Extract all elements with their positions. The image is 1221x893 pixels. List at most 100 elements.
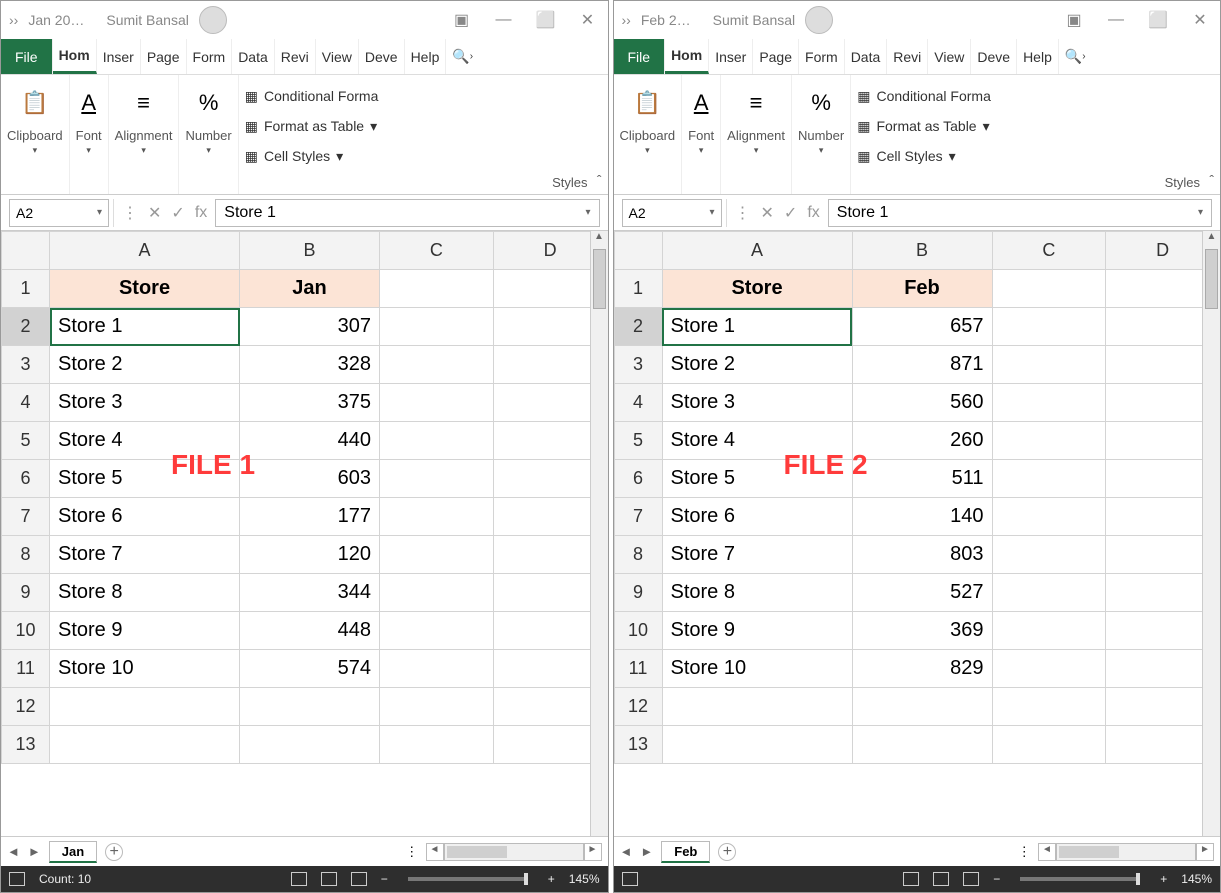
cell[interactable] xyxy=(992,688,1106,726)
cell[interactable] xyxy=(380,308,494,346)
scrollbar-thumb[interactable] xyxy=(447,846,507,858)
ribbon-group-clipboard[interactable]: 📋Clipboard▾ xyxy=(1,75,70,194)
scroll-right-button[interactable]: ► xyxy=(584,843,602,861)
status-icon[interactable] xyxy=(9,872,25,886)
vertical-scrollbar[interactable]: ▲▼ xyxy=(1202,231,1220,836)
cell[interactable] xyxy=(852,726,992,764)
tab-hom[interactable]: Hom xyxy=(665,39,709,74)
close-button[interactable]: ✕ xyxy=(1188,8,1212,32)
col-header-B[interactable]: B xyxy=(240,232,380,270)
cell[interactable] xyxy=(852,688,992,726)
cell[interactable] xyxy=(380,574,494,612)
prev-sheet-button[interactable]: ◄ xyxy=(620,844,633,859)
view-normal-button[interactable] xyxy=(903,872,919,886)
cell[interactable]: 574 xyxy=(240,650,380,688)
cell[interactable] xyxy=(992,536,1106,574)
spreadsheet-grid[interactable]: ABCD1StoreFeb2Store 16573Store 28714Stor… xyxy=(614,231,1221,836)
scroll-left-button[interactable]: ◄ xyxy=(426,843,444,861)
cell[interactable] xyxy=(992,612,1106,650)
cell[interactable]: 603 xyxy=(240,460,380,498)
col-header-C[interactable]: C xyxy=(992,232,1106,270)
cell[interactable]: 657 xyxy=(852,308,992,346)
cell[interactable]: Store 8 xyxy=(662,574,852,612)
scroll-left-button[interactable]: ◄ xyxy=(1038,843,1056,861)
cell[interactable]: Store 5 xyxy=(662,460,852,498)
row-header[interactable]: 12 xyxy=(614,688,662,726)
row-header[interactable]: 1 xyxy=(614,270,662,308)
name-box[interactable]: A2▾ xyxy=(9,199,109,227)
row-header[interactable]: 4 xyxy=(614,384,662,422)
row-header[interactable]: 5 xyxy=(614,422,662,460)
table-button[interactable]: ▦Format as Table ▾ xyxy=(857,113,1214,139)
ribbon-mode-icon[interactable]: ▣ xyxy=(1062,8,1086,32)
ribbon-group-alignment[interactable]: ≡Alignment▾ xyxy=(109,75,180,194)
ribbon-group-font[interactable]: AFont▾ xyxy=(70,75,109,194)
col-header-A[interactable]: A xyxy=(50,232,240,270)
cell[interactable] xyxy=(992,308,1106,346)
cell[interactable]: 344 xyxy=(240,574,380,612)
cell[interactable] xyxy=(380,650,494,688)
next-sheet-button[interactable]: ► xyxy=(28,844,41,859)
vertical-scrollbar[interactable]: ▲▼ xyxy=(590,231,608,836)
cell[interactable]: Store 2 xyxy=(662,346,852,384)
cell[interactable]: Store 7 xyxy=(662,536,852,574)
tab-data[interactable]: Data xyxy=(232,39,275,74)
cond-button[interactable]: ▦Conditional Forma xyxy=(857,83,1214,109)
cell[interactable]: Store 4 xyxy=(662,422,852,460)
more-icon[interactable]: ⋮ xyxy=(735,203,751,223)
cell[interactable]: 375 xyxy=(240,384,380,422)
row-header[interactable]: 3 xyxy=(614,346,662,384)
cell[interactable]: 140 xyxy=(852,498,992,536)
cell[interactable] xyxy=(992,574,1106,612)
cell[interactable] xyxy=(992,498,1106,536)
cell[interactable]: Store 5 xyxy=(50,460,240,498)
cell[interactable] xyxy=(992,726,1106,764)
tab-hom[interactable]: Hom xyxy=(53,39,97,74)
view-normal-button[interactable] xyxy=(291,872,307,886)
cell[interactable]: 307 xyxy=(240,308,380,346)
prev-sheet-button[interactable]: ◄ xyxy=(7,844,20,859)
cell[interactable]: Store 9 xyxy=(662,612,852,650)
tab-deve[interactable]: Deve xyxy=(359,39,405,74)
row-header[interactable]: 11 xyxy=(614,650,662,688)
sheet-tab[interactable]: Jan xyxy=(49,841,97,863)
col-header-A[interactable]: A xyxy=(662,232,852,270)
scroll-up-button[interactable]: ▲ xyxy=(1203,231,1220,249)
more-icon[interactable]: ⋮ xyxy=(1018,844,1038,860)
cell[interactable] xyxy=(240,688,380,726)
cell[interactable]: Store 3 xyxy=(50,384,240,422)
cell[interactable]: Store 3 xyxy=(662,384,852,422)
cell[interactable]: 328 xyxy=(240,346,380,384)
chevron-down-icon[interactable]: ▾ xyxy=(1198,207,1203,218)
tell-me-search[interactable]: 🔍› xyxy=(1059,39,1092,74)
zoom-out-button[interactable]: − xyxy=(993,872,1000,886)
cell[interactable] xyxy=(992,346,1106,384)
row-header[interactable]: 12 xyxy=(2,688,50,726)
more-icon[interactable]: ⋮ xyxy=(405,844,425,860)
cell[interactable] xyxy=(380,270,494,308)
tab-file[interactable]: File xyxy=(1,39,53,74)
more-icon[interactable]: ⋮ xyxy=(122,203,138,223)
cell[interactable] xyxy=(380,536,494,574)
cell-button[interactable]: ▦Cell Styles ▾ xyxy=(245,143,602,169)
scroll-right-button[interactable]: ► xyxy=(1196,843,1214,861)
cell[interactable] xyxy=(50,726,240,764)
cancel-edit-button[interactable]: ✕ xyxy=(148,203,161,223)
cell[interactable] xyxy=(992,460,1106,498)
cell[interactable]: 177 xyxy=(240,498,380,536)
select-all-button[interactable] xyxy=(614,232,662,270)
tab-inser[interactable]: Inser xyxy=(709,39,753,74)
cell[interactable]: Store 10 xyxy=(50,650,240,688)
cell[interactable]: 369 xyxy=(852,612,992,650)
cell[interactable]: 871 xyxy=(852,346,992,384)
cell[interactable]: Store 6 xyxy=(662,498,852,536)
cell[interactable]: 527 xyxy=(852,574,992,612)
ribbon-group-number[interactable]: %Number▾ xyxy=(179,75,238,194)
cell[interactable]: Store xyxy=(662,270,852,308)
cell[interactable] xyxy=(380,422,494,460)
row-header[interactable]: 13 xyxy=(614,726,662,764)
row-header[interactable]: 2 xyxy=(614,308,662,346)
confirm-edit-button[interactable]: ✓ xyxy=(784,203,797,223)
scroll-up-button[interactable]: ▲ xyxy=(591,231,608,249)
cell[interactable] xyxy=(380,460,494,498)
